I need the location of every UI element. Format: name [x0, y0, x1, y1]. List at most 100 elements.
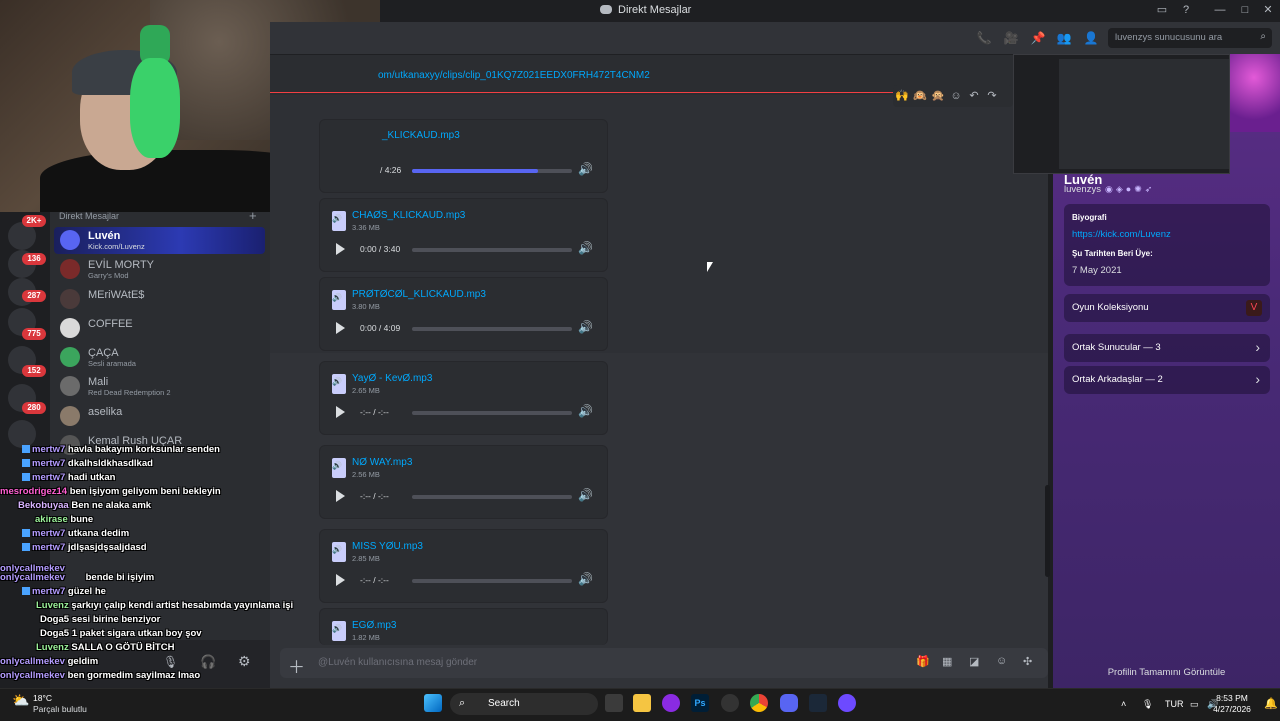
weather-cloud-icon[interactable]: ⛅: [12, 692, 29, 709]
volume-icon[interactable]: 🔊: [578, 404, 593, 418]
chat-user: onlycallmekev: [0, 670, 65, 681]
seek-bar[interactable]: [412, 495, 572, 499]
avatar: [60, 259, 80, 279]
react-emoji-icon[interactable]: 🙊: [929, 85, 947, 107]
seek-bar[interactable]: [412, 579, 572, 583]
inbox-icon[interactable]: ▭: [1154, 3, 1170, 17]
dm-item-luven[interactable]: Luvén Kick.com/Luvenz: [54, 227, 265, 254]
dm-status: Kick.com/Luvenz: [88, 242, 145, 251]
app-icon[interactable]: [721, 694, 739, 712]
app-icon[interactable]: [838, 694, 856, 712]
webcam-headset: [130, 58, 180, 158]
play-icon[interactable]: [336, 243, 345, 255]
seek-bar[interactable]: [412, 248, 572, 252]
attachment-filename[interactable]: PRØTØCØL_KLICKAUD.mp3: [352, 289, 486, 300]
attachment-filename[interactable]: NØ WAY.mp3: [352, 457, 412, 468]
chrome-icon[interactable]: [750, 694, 768, 712]
file-explorer-icon[interactable]: [633, 694, 651, 712]
profile-about-card: Biyografi https://kick.com/Luvenz Şu Tar…: [1064, 204, 1270, 286]
network-icon[interactable]: ▭: [1190, 699, 1199, 710]
playback-time: -:-- / -:--: [360, 407, 389, 417]
screen-share-preview: [1013, 54, 1230, 174]
close-button[interactable]: ✕: [1260, 3, 1276, 17]
user-profile-icon[interactable]: 👤: [1083, 31, 1099, 45]
seek-bar[interactable]: [412, 169, 572, 173]
volume-icon[interactable]: 🔊: [578, 241, 593, 255]
maximize-button[interactable]: □: [1237, 3, 1253, 17]
mutual-servers-row[interactable]: Ortak Sunucular — 3 ›: [1064, 334, 1270, 362]
playback-time: -:-- / -:--: [360, 491, 389, 501]
chat-message: havla bakayım korksunlar senden: [67, 444, 220, 455]
volume-icon[interactable]: 🔊: [578, 572, 593, 586]
chat-user: mertw7: [32, 542, 66, 553]
chevron-right-icon: ›: [1255, 339, 1260, 355]
dm-item[interactable]: Mali Red Dead Redemption 2: [54, 373, 265, 400]
gif-icon[interactable]: ▦: [942, 655, 952, 668]
seek-bar[interactable]: [412, 411, 572, 415]
photoshop-icon[interactable]: Ps: [691, 694, 709, 712]
voice-call-icon[interactable]: 📞: [976, 31, 992, 45]
volume-icon[interactable]: 🔊: [578, 320, 593, 334]
add-friends-icon[interactable]: 👥: [1056, 31, 1072, 45]
dm-item[interactable]: EVİL MORTY Garry's Mod: [54, 256, 265, 283]
message-composer[interactable]: ＋ @Luvén kullanıcısına mesaj gönder 🎁 ▦ …: [280, 648, 1048, 678]
chat-user: mertw7: [32, 458, 66, 469]
add-reaction-icon[interactable]: ☺: [947, 85, 965, 107]
pin-icon[interactable]: 📌: [1030, 31, 1046, 45]
taskbar-search[interactable]: ⌕ Search: [450, 693, 598, 715]
weather-temp: 18°C: [33, 693, 52, 703]
tray-chevron-icon[interactable]: ˄: [1121, 699, 1126, 709]
dm-item[interactable]: aselika: [54, 403, 265, 430]
emoji-icon[interactable]: ☺: [996, 655, 1007, 667]
help-icon[interactable]: ?: [1178, 3, 1194, 17]
mic-tray-icon[interactable]: 🎙: [1142, 699, 1153, 710]
dm-item[interactable]: MEriWAtE$: [54, 286, 265, 313]
play-icon[interactable]: [336, 322, 345, 334]
sticker-icon[interactable]: ◪: [969, 655, 979, 668]
kick-badge-icon: [22, 459, 30, 467]
chat-user: Luvenz: [36, 642, 69, 653]
chat-scrollbar[interactable]: [1045, 485, 1050, 577]
clip-link[interactable]: om/utkanaxyy/clips/clip_01KQ7Z021EEDX0FR…: [378, 70, 650, 81]
seek-bar[interactable]: [412, 327, 572, 331]
clock-date: 4/27/2026: [1213, 704, 1251, 714]
task-view-icon[interactable]: [605, 694, 623, 712]
volume-icon[interactable]: 🔊: [578, 488, 593, 502]
video-call-icon[interactable]: 🎥: [1003, 31, 1019, 45]
notification-bell-icon[interactable]: 🔔: [1264, 697, 1278, 710]
dm-item[interactable]: ÇAÇA Sesli aramada: [54, 344, 265, 371]
reply-icon[interactable]: ↶: [965, 85, 983, 107]
dm-item[interactable]: COFFEE: [54, 315, 265, 342]
twitch-icon[interactable]: [662, 694, 680, 712]
minimize-button[interactable]: —: [1212, 3, 1228, 17]
attachment-filename[interactable]: YayØ - KevØ.mp3: [352, 373, 432, 384]
start-button-icon[interactable]: [424, 694, 442, 712]
taskbar-clock[interactable]: 8:53 PM 4/27/2026: [1203, 693, 1261, 715]
gift-icon[interactable]: 🎁: [916, 655, 930, 668]
view-full-profile-link[interactable]: Profilin Tamamını Görüntüle: [1053, 667, 1280, 678]
game-collection-row[interactable]: Oyun Koleksiyonu V: [1064, 294, 1270, 322]
attachment-filename[interactable]: CHAØS_KLICKAUD.mp3: [352, 210, 465, 221]
play-icon[interactable]: [336, 490, 345, 502]
react-emoji-icon[interactable]: 🙌: [893, 85, 911, 107]
chat-user: mesrodrigez14: [0, 486, 68, 497]
attachment-filename[interactable]: EGØ.mp3: [352, 620, 396, 631]
attachment-filename[interactable]: _KLICKAUD.mp3: [382, 130, 460, 141]
dm-status: Sesli aramada: [88, 359, 136, 368]
volume-icon[interactable]: 🔊: [578, 162, 593, 176]
attachment-filename[interactable]: MISS YØU.mp3: [352, 541, 423, 552]
forward-icon[interactable]: ↷: [983, 85, 1001, 107]
steam-icon[interactable]: [809, 694, 827, 712]
bio-link[interactable]: https://kick.com/Luvenz: [1072, 229, 1171, 240]
search-bar[interactable]: luvenzys sunucusunu ara ⌕: [1108, 28, 1272, 48]
react-emoji-icon[interactable]: 🙉: [911, 85, 929, 107]
search-icon: ⌕: [459, 697, 466, 709]
play-icon[interactable]: [336, 406, 345, 418]
mutual-friends-row[interactable]: Ortak Arkadaşlar — 2 ›: [1064, 366, 1270, 394]
audio-file-icon: [332, 542, 346, 562]
language-indicator[interactable]: TUR: [1165, 699, 1184, 709]
kick-badge-icon: [22, 445, 30, 453]
discord-icon[interactable]: [780, 694, 798, 712]
apps-icon[interactable]: ✣: [1023, 655, 1032, 668]
play-icon[interactable]: [336, 574, 345, 586]
